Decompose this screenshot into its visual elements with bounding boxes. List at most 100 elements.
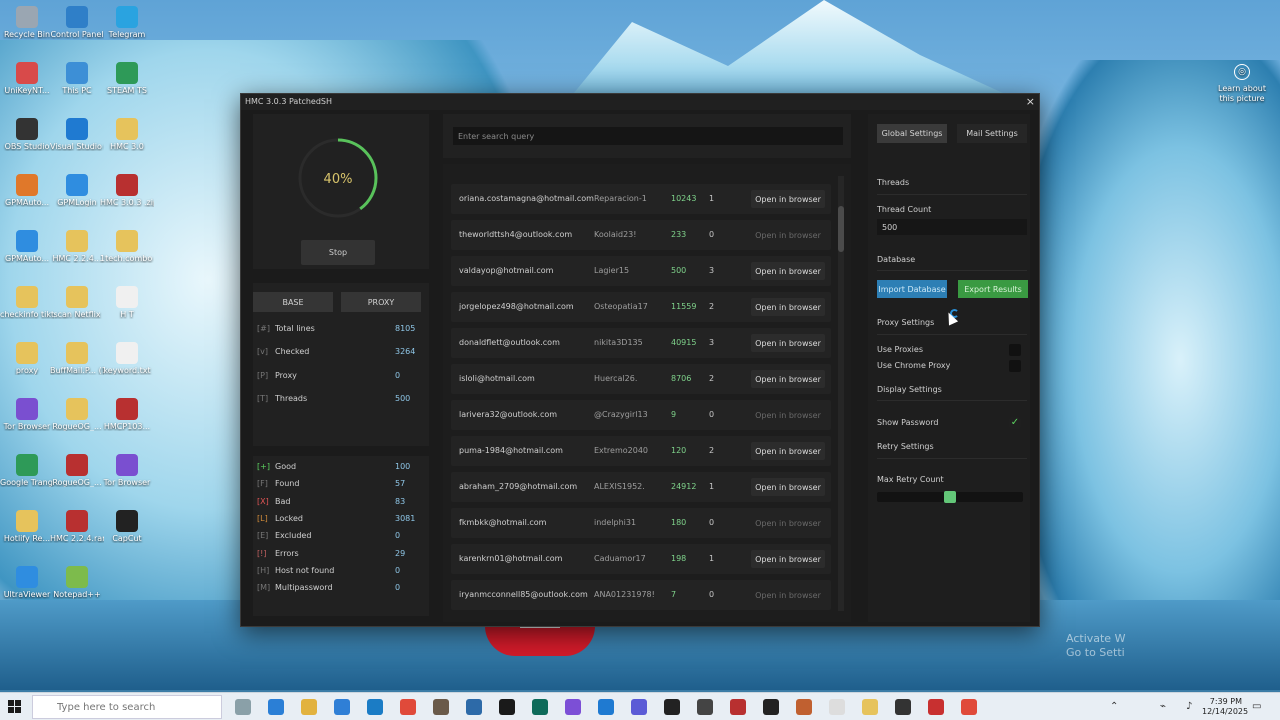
use-chrome-proxy-checkbox[interactable] (1009, 360, 1021, 372)
open-in-browser-button[interactable]: Open in browser (751, 298, 825, 316)
open-in-browser-button[interactable]: Open in browser (751, 262, 825, 280)
activate-windows-watermark: Activate W Go to Setti (1066, 632, 1125, 660)
desktop-icon[interactable]: CapCut (100, 510, 154, 543)
hmc-icon[interactable] (499, 699, 515, 715)
desktop-icon[interactable]: Tor Browser (0, 398, 54, 431)
zip-icon[interactable] (730, 699, 746, 715)
hmc2-icon[interactable] (763, 699, 779, 715)
network-icon[interactable]: ⌁ (1160, 701, 1166, 712)
desktop-icon[interactable]: BuffMail.P... (1) (50, 342, 104, 375)
desktop-icon[interactable]: scan Netflix (50, 286, 104, 319)
folder-icon[interactable] (862, 699, 878, 715)
weather-icon[interactable] (235, 699, 251, 715)
desktop-icon[interactable]: HMC 3.0 (100, 118, 154, 151)
photos-icon[interactable] (433, 699, 449, 715)
edge-icon[interactable] (268, 699, 284, 715)
desktop-icon[interactable]: GPMAuto... (0, 174, 54, 207)
use-proxies-checkbox[interactable] (1009, 344, 1021, 356)
desktop-icon[interactable]: Tor Browser (100, 454, 154, 487)
chrome-icon[interactable] (400, 699, 416, 715)
desktop-icon[interactable]: OBS Studio (0, 118, 54, 151)
desktop-icon[interactable]: keyword.txt (100, 342, 154, 375)
open-in-browser-button[interactable]: Open in browser (751, 586, 825, 604)
window-icon[interactable] (466, 699, 482, 715)
desktop-icon[interactable]: RogueOG_... (50, 454, 104, 487)
desktop-icon[interactable]: H T (100, 286, 154, 319)
messenger-icon[interactable] (334, 699, 350, 715)
open-in-browser-button[interactable]: Open in browser (751, 514, 825, 532)
stat-row: [E] Excluded 0 (257, 531, 417, 545)
thread-count-input[interactable] (877, 219, 1027, 235)
learn-about-picture[interactable]: ◎ Learn about this picture (1212, 64, 1272, 104)
stat-key: [H] (257, 565, 270, 575)
bars-icon[interactable] (664, 699, 680, 715)
record-icon[interactable] (928, 699, 944, 715)
open-in-browser-button[interactable]: Open in browser (751, 226, 825, 244)
open-in-browser-button[interactable]: Open in browser (751, 406, 825, 424)
divider (877, 194, 1027, 195)
desktop-icon[interactable]: RogueOG_... (50, 398, 104, 431)
tab-mail-settings[interactable]: Mail Settings (957, 124, 1027, 143)
result-password: Extremo2040 (594, 446, 649, 455)
desktop-icon[interactable]: GPMAuto... (0, 230, 54, 263)
max-retry-slider-thumb[interactable] (944, 491, 956, 503)
explorer-icon[interactable] (301, 699, 317, 715)
chrome2-icon[interactable] (961, 699, 977, 715)
open-in-browser-button[interactable]: Open in browser (751, 190, 825, 208)
volume-icon[interactable]: ♪ (1186, 701, 1192, 712)
desktop-icon[interactable]: Notepad++ (50, 566, 104, 599)
stat-row: [#] Total lines 8105 (257, 324, 417, 338)
desktop-icon[interactable]: HMC 2.2.4.rar (50, 510, 104, 543)
desktop-icon[interactable]: checkinfo tiktok (0, 286, 54, 319)
taskbar-search-input[interactable] (32, 695, 222, 719)
export-results-button[interactable]: Export Results (958, 280, 1028, 298)
system-clock[interactable]: 7:39 PM 12/14/2025 (1202, 697, 1248, 717)
cube-icon[interactable] (631, 699, 647, 715)
open-in-browser-button[interactable]: Open in browser (751, 442, 825, 460)
vscode-icon[interactable] (598, 699, 614, 715)
tab-base[interactable]: BASE (253, 292, 333, 312)
desktop-icon[interactable]: UniKeyNT... (0, 62, 54, 95)
tab-global-settings[interactable]: Global Settings (877, 124, 947, 143)
search-input[interactable] (453, 127, 843, 145)
open-in-browser-button[interactable]: Open in browser (751, 550, 825, 568)
terminal-icon[interactable] (532, 699, 548, 715)
desktop-icon[interactable]: Visual Studio Code (50, 118, 104, 151)
tray-chevron-icon[interactable]: ⌃ (1110, 701, 1118, 712)
open-in-browser-button[interactable]: Open in browser (751, 370, 825, 388)
desktop-icon[interactable]: Control Panel (50, 6, 104, 39)
desktop-icon-label: GPMAuto... (5, 198, 49, 207)
close-icon[interactable]: × (1026, 95, 1035, 108)
desktop-icon[interactable]: Recycle Bin (0, 6, 54, 39)
browser-icon[interactable] (895, 699, 911, 715)
desktop-icon[interactable]: 1tech.combo v3 (100, 230, 154, 263)
open-in-browser-button[interactable]: Open in browser (751, 478, 825, 496)
notification-icon[interactable]: ▭ (1252, 701, 1261, 712)
stop-button[interactable]: Stop (301, 240, 375, 265)
show-password-checkbox[interactable]: ✓ (1009, 417, 1021, 429)
result-mail-count: 0 (709, 590, 715, 599)
desktop-icon[interactable]: Google Trang tính (0, 454, 54, 487)
results-scrollbar-thumb[interactable] (838, 206, 844, 252)
desktop-icon[interactable]: Telegram (100, 6, 154, 39)
open-in-browser-button[interactable]: Open in browser (751, 334, 825, 352)
app-icon[interactable] (796, 699, 812, 715)
desktop-icon[interactable]: HMC 3.0.3 .zip (100, 174, 154, 207)
desktop-icon[interactable]: UltraViewer (0, 566, 54, 599)
windows-start-icon[interactable] (8, 700, 22, 714)
edge-dev-icon[interactable] (367, 699, 383, 715)
desktop-icon[interactable]: This PC (50, 62, 104, 95)
stat-key: [X] (257, 496, 269, 506)
vs-icon[interactable] (565, 699, 581, 715)
desktop-icon[interactable]: GPMLogin (50, 174, 104, 207)
desktop-icon[interactable]: proxy (0, 342, 54, 375)
desktop-icon[interactable]: STEAM TS (100, 62, 154, 95)
circle-app-icon[interactable] (697, 699, 713, 715)
desktop-icon[interactable]: Hotlify Re... (0, 510, 54, 543)
desktop-icon[interactable]: HMCP103... (100, 398, 154, 431)
stat-name: Proxy (275, 370, 297, 380)
desktop-icon[interactable]: HMC 2.2.4... (50, 230, 104, 263)
tab-proxy[interactable]: PROXY (341, 292, 421, 312)
notepad-icon[interactable] (829, 699, 845, 715)
import-database-button[interactable]: Import Database (877, 280, 947, 298)
